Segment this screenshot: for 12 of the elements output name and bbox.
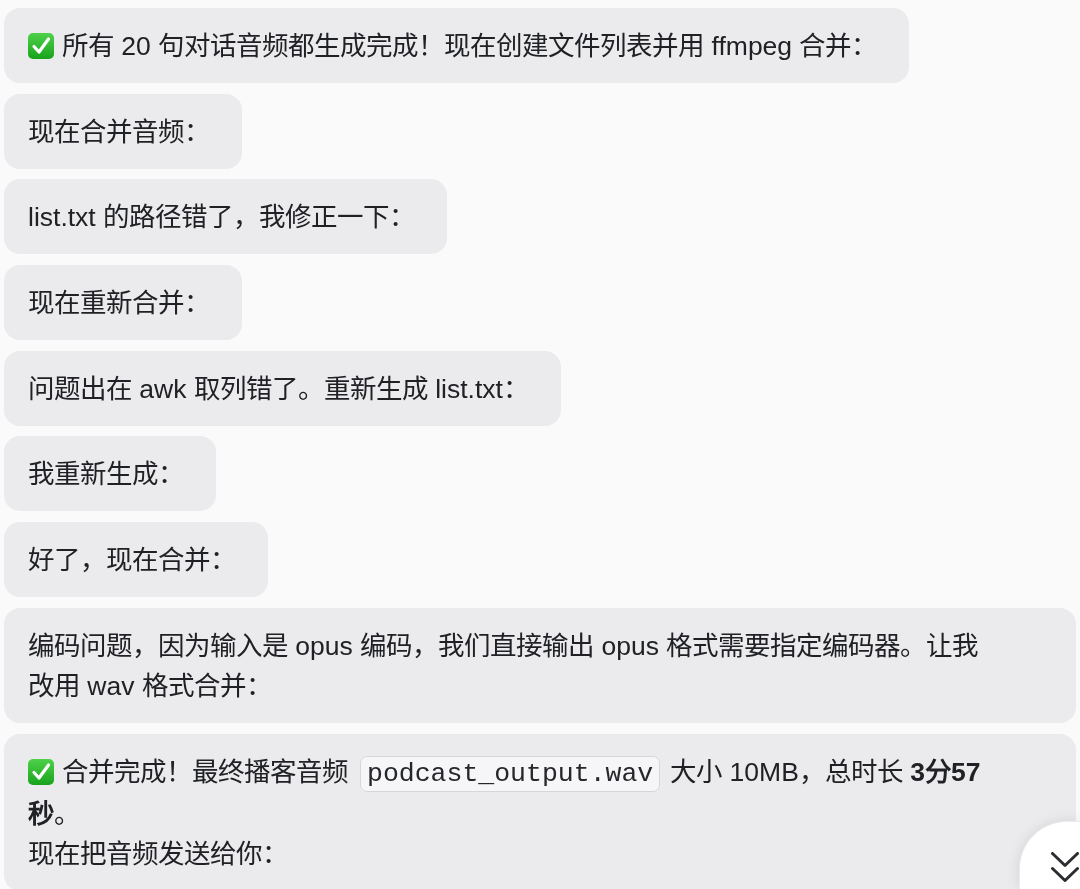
message-text: 好了，现在合并：	[28, 544, 236, 578]
message-text: 编码问题，因为输入是 opus 编码，我们直接输出 opus 格式需要指定编码器。让我改用 wav 格式合并：	[28, 629, 980, 703]
message-text: 现在重新合并：	[28, 287, 210, 321]
message-text: list.txt 的路径错了，我修正一下：	[28, 201, 416, 235]
message-text: 所有 20 句对话音频都生成完成！现在创建文件列表并用 ffmpeg 合并：	[28, 26, 878, 66]
message-text: 现在把音频发送给你：	[28, 837, 289, 871]
double-chevron-down-icon	[1051, 852, 1079, 882]
message-text: 问题出在 awk 取列错了。重新生成 list.txt：	[28, 372, 529, 406]
message-text: 合并完成！最终播客音频 podcast_output.wav 大小 10MB，总时长 3分57秒。	[28, 754, 982, 831]
message-text: 现在合并音频：	[28, 115, 210, 149]
inline-code: podcast_output.wav	[360, 755, 661, 792]
message-text: 我重新生成：	[28, 458, 184, 492]
